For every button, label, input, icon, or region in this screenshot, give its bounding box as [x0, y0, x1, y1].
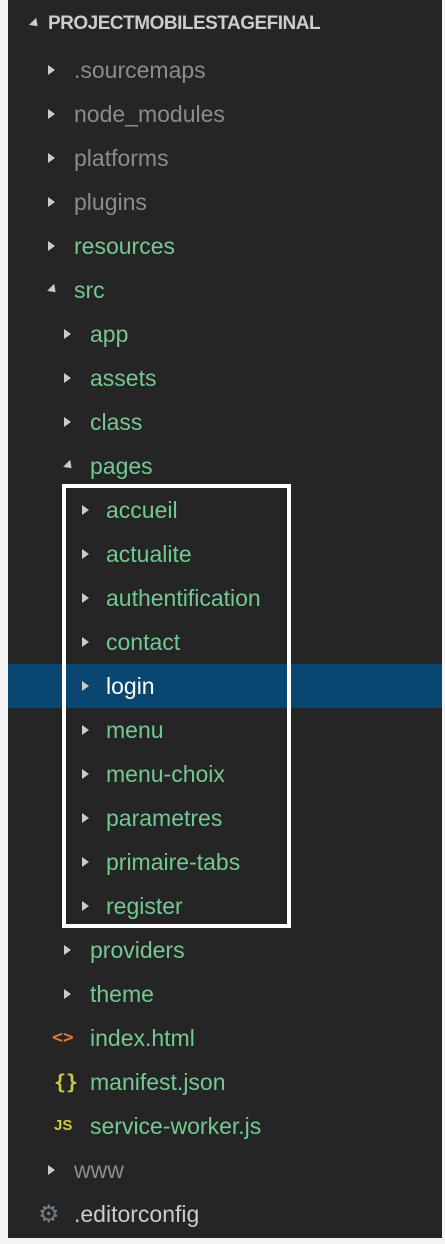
- js-file-icon: JS: [54, 1117, 73, 1134]
- tree-item-app[interactable]: app: [8, 312, 442, 356]
- tree-item-authentification[interactable]: authentification: [8, 576, 442, 620]
- tree-item-pages[interactable]: pages: [8, 444, 442, 488]
- tree-item-label: menu-choix: [106, 761, 225, 787]
- tree-item-www[interactable]: www: [8, 1148, 442, 1192]
- tree-item-label: accueil: [106, 497, 178, 523]
- tree-item-label: node_modules: [74, 101, 225, 127]
- tree-item-label: authentification: [106, 585, 261, 611]
- chevron-right-icon: [82, 884, 89, 928]
- tree-item-label: plugins: [74, 189, 147, 215]
- tree-item-providers[interactable]: providers: [8, 928, 442, 972]
- gear-icon: ⚙: [38, 1200, 60, 1228]
- tree-item-label: .editorconfig: [74, 1201, 200, 1227]
- chevron-right-icon: [82, 796, 89, 840]
- tree-item-label: assets: [90, 365, 157, 391]
- tree-item-label: contact: [106, 629, 181, 655]
- tree-item-src[interactable]: src: [8, 268, 442, 312]
- tree-item-register[interactable]: register: [8, 884, 442, 928]
- chevron-down-icon: [28, 2, 42, 46]
- chevron-right-icon: [48, 92, 55, 136]
- chevron-right-icon: [48, 48, 55, 92]
- chevron-right-icon: [82, 752, 89, 796]
- tree-item-resources[interactable]: resources: [8, 224, 442, 268]
- chevron-right-icon: [48, 136, 55, 180]
- chevron-right-icon: [48, 1148, 55, 1192]
- tree-item-label: service-worker.js: [90, 1113, 262, 1139]
- tree-item-label: .sourcemaps: [74, 57, 206, 83]
- frame-left: [0, 0, 8, 1244]
- tree-item-label: pages: [90, 453, 153, 479]
- tree-item-label: parametres: [106, 805, 223, 831]
- tree-item-assets[interactable]: assets: [8, 356, 442, 400]
- tree-item-index-html[interactable]: <> index.html: [8, 1016, 442, 1060]
- chevron-right-icon: [64, 400, 71, 444]
- chevron-right-icon: [82, 576, 89, 620]
- tree-item-label: resources: [74, 233, 175, 259]
- project-header[interactable]: PROJECTMOBILESTAGEFINAL: [8, 2, 442, 46]
- tree-item-label: menu: [106, 717, 164, 743]
- tree-item-label: register: [106, 893, 183, 919]
- tree-item-label: actualite: [106, 541, 192, 567]
- chevron-right-icon: [64, 928, 71, 972]
- tree-item-label: class: [90, 409, 143, 435]
- tree-item-platforms[interactable]: platforms: [8, 136, 442, 180]
- tree-item-node-modules[interactable]: node_modules: [8, 92, 442, 136]
- tree-item-label: src: [74, 277, 105, 303]
- chevron-right-icon: [64, 356, 71, 400]
- tree-item-contact[interactable]: contact: [8, 620, 442, 664]
- tree-item-actualite[interactable]: actualite: [8, 532, 442, 576]
- chevron-right-icon: [48, 180, 55, 224]
- chevron-right-icon: [82, 840, 89, 884]
- tree-item-class[interactable]: class: [8, 400, 442, 444]
- chevron-right-icon: [64, 312, 71, 356]
- tree-item-manifest-json[interactable]: {} manifest.json: [8, 1060, 442, 1104]
- tree-item-editorconfig[interactable]: ⚙ .editorconfig: [8, 1192, 442, 1236]
- html-file-icon: <>: [52, 1027, 74, 1048]
- tree-item-label: providers: [90, 937, 185, 963]
- tree-item-label: manifest.json: [90, 1069, 226, 1095]
- chevron-right-icon: [64, 972, 71, 1016]
- tree-item-label: www: [74, 1157, 124, 1183]
- tree-item-label: app: [90, 321, 129, 347]
- tree-item-plugins[interactable]: plugins: [8, 180, 442, 224]
- project-name: PROJECTMOBILESTAGEFINAL: [48, 13, 321, 34]
- tree-item-label: theme: [90, 981, 154, 1007]
- chevron-right-icon: [82, 488, 89, 532]
- tree-item-primaire-tabs[interactable]: primaire-tabs: [8, 840, 442, 884]
- tree-item-theme[interactable]: theme: [8, 972, 442, 1016]
- chevron-right-icon: [82, 532, 89, 576]
- tree-item-menu[interactable]: menu: [8, 708, 442, 752]
- frame-bottom: [0, 1238, 445, 1244]
- tree-item-parametres[interactable]: parametres: [8, 796, 442, 840]
- chevron-right-icon: [82, 708, 89, 752]
- tree-item-login[interactable]: login: [8, 664, 442, 708]
- file-explorer: PROJECTMOBILESTAGEFINAL .sourcemaps node…: [0, 0, 445, 1244]
- tree-item-label: login: [106, 673, 155, 699]
- chevron-down-icon: [46, 268, 60, 312]
- chevron-right-icon: [82, 620, 89, 664]
- tree-item-label: index.html: [90, 1025, 195, 1051]
- tree-item-service-worker[interactable]: JS service-worker.js: [8, 1104, 442, 1148]
- tree-item-accueil[interactable]: accueil: [8, 488, 442, 532]
- tree-item-label: primaire-tabs: [106, 849, 241, 875]
- chevron-right-icon: [82, 664, 89, 708]
- tree-item-sourcemaps[interactable]: .sourcemaps: [8, 48, 442, 92]
- chevron-down-icon: [62, 444, 76, 488]
- tree-item-label: platforms: [74, 145, 169, 171]
- chevron-right-icon: [48, 224, 55, 268]
- tree-item-menu-choix[interactable]: menu-choix: [8, 752, 442, 796]
- json-file-icon: {}: [54, 1070, 79, 1094]
